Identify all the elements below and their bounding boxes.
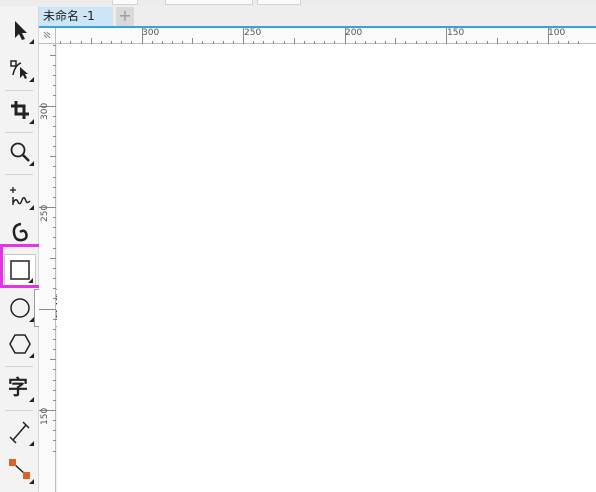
flyout-indicator [29, 39, 34, 44]
ruler-label: 300 [142, 28, 160, 38]
ruler-label: 100 [548, 28, 566, 38]
flyout-indicator [29, 397, 34, 402]
artistic-media-icon [12, 222, 28, 242]
flyout-indicator [29, 205, 34, 210]
plus-icon[interactable]: + [116, 7, 134, 26]
property-bar-field[interactable] [257, 0, 301, 5]
ruler-origin-corner[interactable] [39, 28, 56, 44]
artistic-media-tool[interactable] [4, 216, 36, 248]
document-tab-bar: 未命名 -1 + [39, 6, 596, 28]
shape-tool[interactable] [4, 52, 36, 84]
flyout-indicator [29, 441, 34, 446]
toolbox-separator [5, 174, 33, 175]
flyout-indicator [29, 353, 34, 358]
flyout-indicator [28, 278, 33, 283]
toolbox-separator [5, 90, 33, 91]
horizontal-ruler-ticks [60, 28, 579, 44]
flyout-indicator [29, 119, 34, 124]
ruler-unit-icon [43, 31, 51, 39]
zoom-tool[interactable] [4, 136, 36, 168]
property-bar-field[interactable] [165, 0, 253, 5]
toolbox: 字 [0, 6, 39, 492]
rectangle-tool[interactable] [4, 254, 36, 286]
drawing-canvas[interactable] [57, 44, 596, 492]
property-bar-field[interactable] [112, 0, 138, 5]
polygon-tool[interactable] [4, 328, 36, 360]
pick-tool[interactable] [4, 14, 36, 46]
connector-tool[interactable] [4, 454, 36, 486]
text-zi-icon: 字 [8, 375, 28, 399]
ruler-label: 250 [40, 204, 50, 222]
flyout-indicator [29, 161, 34, 166]
document-tab[interactable]: 未命名 -1 [39, 7, 113, 26]
ruler-label: 150 [447, 28, 465, 38]
toolbox-separator [5, 366, 33, 367]
crop-tool[interactable] [4, 94, 36, 126]
ruler-label: 150 [40, 407, 50, 425]
ruler-label: 250 [244, 28, 262, 38]
toolbox-separator [5, 132, 33, 133]
ellipse-tool[interactable] [4, 292, 36, 324]
freehand-tool[interactable] [4, 180, 36, 212]
flyout-indicator [29, 479, 34, 484]
horizontal-ruler[interactable]: 300 250 200 150 100 [56, 28, 596, 44]
parallel-dimension-tool[interactable] [4, 416, 36, 448]
ruler-label: 300 [40, 102, 50, 120]
ruler-label: 200 [345, 28, 363, 38]
vertical-ruler[interactable]: 300 250 150 [39, 44, 56, 492]
text-tool[interactable]: 字 [4, 372, 36, 404]
flyout-indicator [29, 77, 34, 82]
toolbox-separator [5, 410, 33, 411]
